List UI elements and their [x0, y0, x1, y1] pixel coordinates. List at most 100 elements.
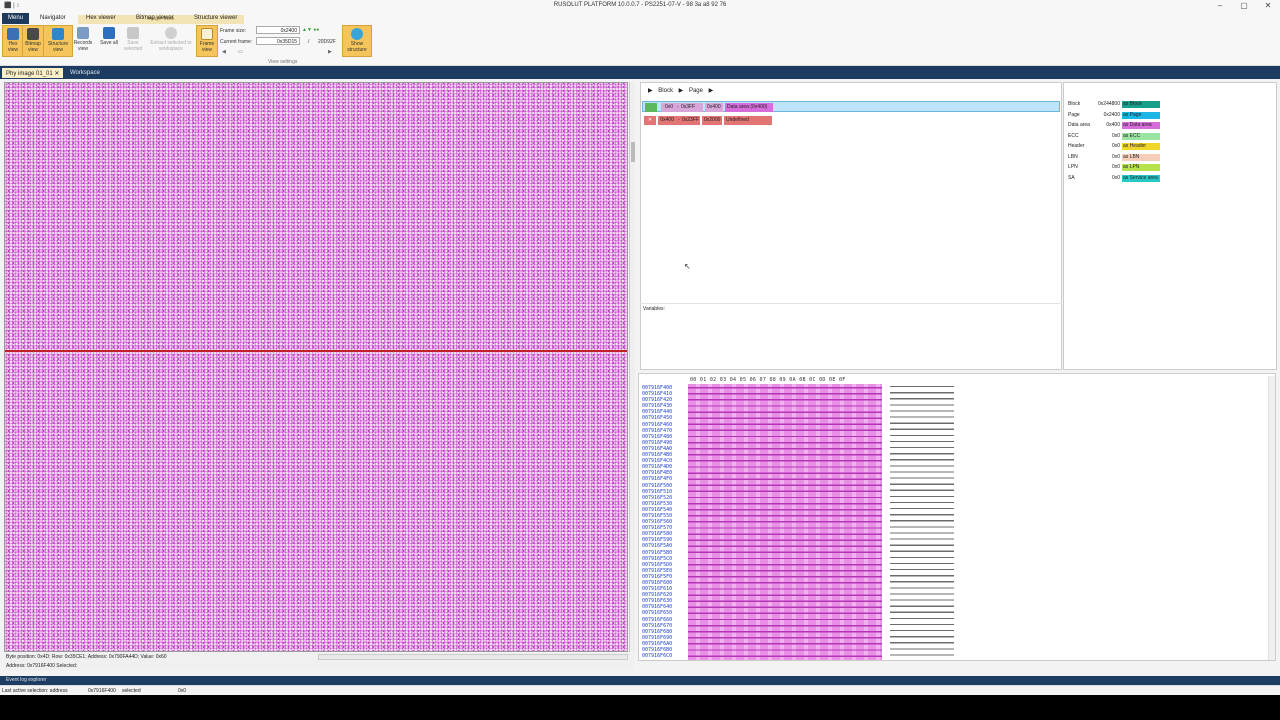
extract-selected-button[interactable]: Extract selected to workspace: [150, 25, 192, 57]
legend-value: 0x0: [1111, 143, 1120, 149]
frame-view-button[interactable]: Frame view: [196, 25, 218, 57]
scroll-thumb[interactable]: [631, 142, 635, 162]
legend-swatch[interactable]: as Service area: [1122, 174, 1160, 182]
bitmap-horizontal-scrollbar[interactable]: [318, 654, 628, 660]
legend-row: ECC 0x0 as ECC: [1068, 132, 1164, 141]
status-selected: selected: [122, 688, 141, 694]
hex-address: 007916F460: [642, 421, 673, 428]
tab-structure-viewer[interactable]: Structure viewer: [188, 13, 243, 24]
status-value: 0x0: [178, 688, 187, 694]
legend-swatch[interactable]: as Header: [1122, 143, 1160, 150]
legend-value: 0x2400: [1103, 111, 1120, 118]
event-log-bar[interactable]: Event log explorer: [0, 676, 1280, 685]
breadcrumb: ▶ Block ▶ Page ▶: [648, 87, 717, 94]
save-selected-icon: [127, 27, 139, 39]
frame-size-stepper-icon[interactable]: ▲▼ ●●: [302, 27, 319, 33]
tab-navigator[interactable]: Navigator: [34, 13, 72, 24]
save-selected-button[interactable]: Save selected: [122, 25, 144, 57]
close-button[interactable]: ✕: [1258, 1, 1278, 10]
hex-address: 007916F5A0: [642, 543, 673, 550]
save-all-button[interactable]: Save all: [98, 25, 120, 57]
legend-value: 0x0: [1111, 153, 1120, 160]
tab-menu[interactable]: Menu: [2, 13, 30, 24]
records-view-button[interactable]: Records view: [72, 25, 94, 57]
breadcrumb-arrow-icon: ▶: [708, 88, 714, 94]
bitmap-canvas[interactable]: [4, 82, 628, 652]
frame-separator: /: [308, 39, 310, 45]
hex-address: 007916F5E0: [642, 567, 673, 574]
legend-swatch[interactable]: as Data area: [1122, 122, 1160, 129]
bitmap-view-button[interactable]: Bitmap view: [22, 25, 44, 57]
records-view-icon: [77, 27, 89, 39]
hex-address: 007916F680: [642, 628, 673, 635]
hex-address: 007916F470: [642, 427, 673, 434]
current-frame-field[interactable]: 0x35D15: [256, 37, 300, 45]
frame-size-label: Frame size:: [220, 28, 247, 34]
hex-byte-area[interactable]: [688, 384, 882, 660]
bitmap-vertical-scrollbar[interactable]: [629, 82, 635, 652]
frame-next-icon[interactable]: ▶: [328, 49, 332, 55]
legend-swatch[interactable]: as Page: [1122, 111, 1160, 119]
structure-row-undefined[interactable]: ✕ 0x400 - 0x23FF 0x2000 Undefined: [642, 115, 782, 126]
legend-row: Header 0x0 as Header: [1068, 143, 1164, 151]
legend-row: LBN 0x0 as LBN: [1068, 153, 1164, 162]
event-log-explorer-tab[interactable]: Event log explorer: [6, 677, 46, 683]
row-label: Data area (0x400): [725, 103, 773, 112]
hex-address-column: 007916F400 007916F410 007916F420 007916F430…: [642, 385, 672, 659]
legend-swatch[interactable]: as LBN: [1122, 153, 1160, 161]
hex-address: 007916F4F0: [642, 476, 673, 483]
status-label: Last active selection: address: [2, 688, 68, 694]
range-start: 0x0: [661, 103, 675, 112]
hex-address: 007916F480: [642, 433, 673, 440]
hex-vertical-scrollbar[interactable]: [1268, 376, 1275, 660]
hex-view-button[interactable]: Hex view: [2, 25, 24, 57]
frame-first-icon[interactable]: ▭: [238, 49, 243, 55]
range-end: 0x23FF: [680, 116, 700, 125]
legend-row: Data area 0x400 as Data area: [1068, 122, 1164, 130]
save-all-label: Save all: [100, 40, 118, 46]
tab-hex-viewer[interactable]: Hex viewer: [80, 13, 122, 24]
structure-view-button[interactable]: Structure view: [43, 25, 73, 57]
hex-address: 007916F670: [642, 622, 673, 629]
hex-address: 007916F5D0: [642, 561, 673, 568]
legend-value: 0x0: [1111, 132, 1120, 139]
frame-prev-icon[interactable]: ◀: [222, 49, 226, 55]
frame-view-label: Frame view: [199, 41, 215, 53]
extract-icon: [165, 27, 177, 39]
legend-row: LPN 0x0 as LPN: [1068, 164, 1164, 172]
show-structure-button[interactable]: Show structure: [342, 25, 372, 57]
title-bar: ⬛ | ↕ RUSOLUT PLATFORM 10.0.0.7 - PS2251…: [0, 0, 1280, 12]
legend-swatch[interactable]: as LPN: [1122, 164, 1160, 171]
structure-view-label: Structure view: [47, 41, 69, 53]
hex-address: 007916F500: [642, 482, 673, 489]
tab-phy-image-label: Phy image 01_01: [6, 71, 53, 77]
breadcrumb-page[interactable]: Page: [689, 88, 703, 94]
frame-size-field[interactable]: 0x2400: [256, 26, 300, 34]
structure-row-data-area[interactable]: 0x0 - 0x3FF 0x400 Data area (0x400): [642, 101, 1060, 112]
divider: [640, 303, 1062, 304]
row-size: 0x2000: [702, 116, 722, 125]
hex-ascii-area[interactable]: [890, 384, 954, 660]
close-tab-icon[interactable]: ✕: [54, 71, 59, 77]
ok-icon: [645, 103, 657, 112]
show-structure-icon: [351, 28, 363, 40]
minimize-button[interactable]: –: [1210, 1, 1230, 10]
tab-phy-image[interactable]: Phy image 01_01 ✕: [2, 68, 64, 78]
maximize-button[interactable]: ▢: [1234, 1, 1254, 10]
range-end: 0x3FF: [679, 103, 703, 112]
hex-address: 007916F510: [642, 488, 673, 495]
hex-address: 007916F530: [642, 500, 673, 507]
breadcrumb-arrow-icon: ▶: [678, 88, 684, 94]
hex-view-icon: [7, 28, 19, 40]
tab-bitmap-viewer[interactable]: Bitmap viewer: [130, 13, 180, 24]
legend-swatch[interactable]: as ECC: [1122, 132, 1160, 140]
view-settings-group-label: View settings: [268, 59, 298, 65]
save-icon: [103, 27, 115, 39]
breadcrumb-arrow-icon: ▶: [648, 88, 653, 94]
breadcrumb-block[interactable]: Block: [658, 88, 673, 94]
tab-workspace[interactable]: Workspace: [66, 68, 104, 78]
legend-swatch[interactable]: as Block: [1122, 101, 1160, 108]
row-label: Undefined: [724, 116, 772, 125]
mouse-cursor-icon: ↖: [684, 262, 691, 271]
hex-view-label: Hex view: [7, 41, 18, 53]
